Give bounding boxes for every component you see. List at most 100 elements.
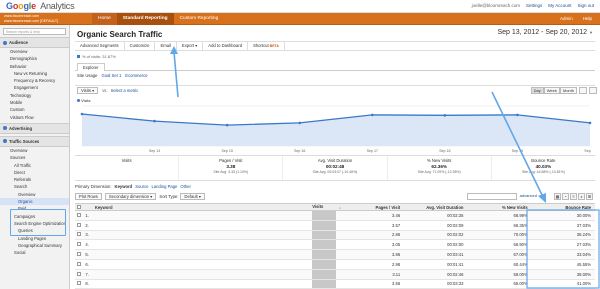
sidebar-search-input[interactable]: Search reports & help	[3, 28, 66, 35]
table-row[interactable]: 6. 2.98 00:01:41 60.44% 45.55%	[75, 259, 595, 270]
google-analytics-logo[interactable]: Google Analytics	[6, 1, 75, 11]
sort-type-select[interactable]: Default ▾	[180, 193, 205, 200]
tab-goal-set-1[interactable]: Goal Set 1	[101, 73, 121, 78]
account-selector[interactable]: www.bloomreach.com www.bloomreach.com [D…	[4, 14, 64, 23]
sidebar-item[interactable]: Referrals	[0, 176, 69, 183]
table-row[interactable]: 2. 3.57 00:02:09 66.35% 37.03%	[75, 220, 595, 231]
sidebar-item[interactable]: Technology	[0, 92, 69, 99]
sidebar-item[interactable]: Direct	[0, 169, 69, 176]
row-checkbox[interactable]	[76, 261, 81, 266]
visits-point[interactable]	[370, 113, 374, 117]
bounce-rate-header[interactable]: Bounce Rate	[532, 205, 595, 210]
sidebar-item[interactable]: New vs Returning	[0, 70, 69, 77]
dimension-landing-page[interactable]: Landing Page	[152, 184, 178, 189]
select-metric-link[interactable]: Select a metric	[111, 88, 139, 93]
date-range-picker[interactable]: Sep 13, 2012 - Sep 20, 2012 ▼	[498, 29, 594, 36]
advanced-filter-link[interactable]: advanced	[520, 193, 537, 198]
motion-chart-icon[interactable]	[589, 87, 597, 94]
row-checkbox[interactable]	[76, 232, 81, 237]
visits-point[interactable]	[225, 123, 229, 127]
row-checkbox[interactable]	[76, 271, 81, 276]
line-chart-icon[interactable]	[579, 87, 587, 94]
keyword-header[interactable]: Keyword	[91, 205, 310, 210]
tab-home[interactable]: Home	[92, 13, 117, 25]
metric-site-avg: Site Avg: 00:03:07 (-10.46%)	[312, 170, 358, 174]
admin-link[interactable]: Admin	[560, 16, 573, 21]
dimension-other[interactable]: Other	[180, 184, 190, 189]
row-checkbox[interactable]	[76, 281, 81, 286]
select-all-checkbox[interactable]	[76, 204, 81, 209]
pages-per-visit-header[interactable]: Pages / Visit	[344, 205, 404, 210]
visits-point[interactable]	[298, 121, 302, 125]
advanced-segments-button[interactable]: Advanced Segments	[75, 42, 125, 50]
visits-point[interactable]	[588, 121, 592, 125]
sidebar-section-audience[interactable]: Audience	[0, 37, 69, 48]
settings-link[interactable]: Settings	[526, 3, 542, 8]
sidebar-section-traffic-sources[interactable]: Traffic Sources	[0, 135, 69, 147]
email-button[interactable]: Email	[155, 42, 177, 50]
sidebar-item[interactable]: Engagement	[0, 84, 69, 91]
sidebar-item[interactable]: Behavior	[0, 63, 69, 70]
shortcut-button[interactable]: ShortcutBETA	[248, 42, 285, 50]
sidebar-item[interactable]: Visitors Flow	[0, 114, 69, 121]
sidebar-item[interactable]: Geographical Summary	[0, 242, 69, 249]
secondary-dimension-select[interactable]: Secondary dimension ▾	[104, 193, 157, 200]
table-row[interactable]: 4. 3.05 00:02:00 56.90% 27.03%	[75, 240, 595, 251]
visits-point[interactable]	[80, 112, 84, 116]
row-checkbox[interactable]	[76, 252, 81, 257]
sidebar-item[interactable]: Mobile	[0, 99, 69, 106]
table-row[interactable]: 7. 3.11 00:02:46 59.00% 38.00%	[75, 269, 595, 280]
tab-ecommerce[interactable]: Ecommerce	[125, 73, 147, 78]
export-button[interactable]: Export ▾	[177, 42, 204, 50]
sidebar-section-advertising[interactable]: Advertising	[0, 122, 69, 134]
sidebar-item[interactable]: Overview	[0, 48, 69, 55]
table-row[interactable]: 8. 3.56 00:03:33 65.00% 41.00%	[75, 279, 595, 289]
visits-point[interactable]	[443, 114, 447, 117]
table-row[interactable]: 5. 3.86 00:03:41 67.00% 33.04%	[75, 250, 595, 260]
table-row[interactable]: 3. 2.86 00:02:02 70.00% 38.24%	[75, 230, 595, 241]
table-search-input[interactable]	[467, 193, 517, 200]
month-button[interactable]: Month	[559, 87, 577, 94]
pivot-view-icon[interactable]: ⊞	[586, 193, 593, 200]
visits-point[interactable]	[153, 119, 156, 123]
sort-arrow-icon[interactable]: ↓	[336, 205, 344, 210]
percentage-view-icon[interactable]: ◔	[562, 193, 569, 200]
performance-view-icon[interactable]: ≡	[570, 193, 577, 200]
dimension-source[interactable]: Source	[135, 184, 148, 189]
tab-standard-reporting[interactable]: Standard Reporting	[116, 13, 174, 25]
help-link[interactable]: Help	[583, 16, 592, 21]
sidebar-item-organic[interactable]: Organic	[0, 198, 69, 206]
table-view-icon[interactable]: ▦	[554, 193, 561, 200]
week-button[interactable]: Week	[543, 87, 560, 94]
visits-point[interactable]	[516, 113, 519, 117]
avg-visit-duration-header[interactable]: Avg. Visit Duration	[404, 205, 467, 210]
my-account-link[interactable]: My Account	[548, 3, 571, 8]
tab-explorer[interactable]: Explorer	[77, 63, 105, 71]
customize-button[interactable]: Customize	[125, 42, 156, 50]
sidebar-item[interactable]: Social	[0, 249, 69, 256]
dimension-keyword[interactable]: Keyword	[115, 184, 133, 189]
sidebar-item-search[interactable]: Search	[0, 183, 69, 190]
row-checkbox[interactable]	[76, 212, 81, 217]
sidebar-item[interactable]: Sources	[0, 154, 69, 161]
new-visits-header[interactable]: % New Visits	[467, 205, 531, 210]
sign-out-link[interactable]: Sign out	[577, 3, 594, 8]
comparison-view-icon[interactable]: ±	[578, 193, 585, 200]
row-checkbox[interactable]	[76, 222, 81, 227]
sidebar-item-search-overview[interactable]: Overview	[0, 191, 69, 198]
sidebar-item[interactable]: Demographics	[0, 55, 69, 62]
day-button[interactable]: Day	[530, 87, 544, 94]
sidebar-item[interactable]: Overview	[0, 147, 69, 154]
row-checkbox[interactable]	[76, 242, 81, 247]
sidebar-item[interactable]: Frequency & Recency	[0, 77, 69, 84]
tab-custom-reporting[interactable]: Custom Reporting	[174, 13, 225, 25]
plot-rows-button[interactable]: Plot Rows	[75, 193, 102, 200]
sidebar-item[interactable]: All Traffic	[0, 162, 69, 169]
sidebar-item[interactable]: Custom	[0, 106, 69, 113]
table-row[interactable]: 1. 3.46 00:02:36 68.99% 30.00%	[75, 211, 595, 221]
tab-site-usage[interactable]: Site Usage	[77, 73, 97, 78]
visits-header[interactable]: Visits	[312, 204, 336, 210]
metric-select[interactable]: Visits ▾	[77, 86, 99, 94]
add-to-dashboard-button[interactable]: Add to Dashboard	[203, 42, 249, 50]
x-tick-label: Sep 14	[149, 149, 160, 153]
